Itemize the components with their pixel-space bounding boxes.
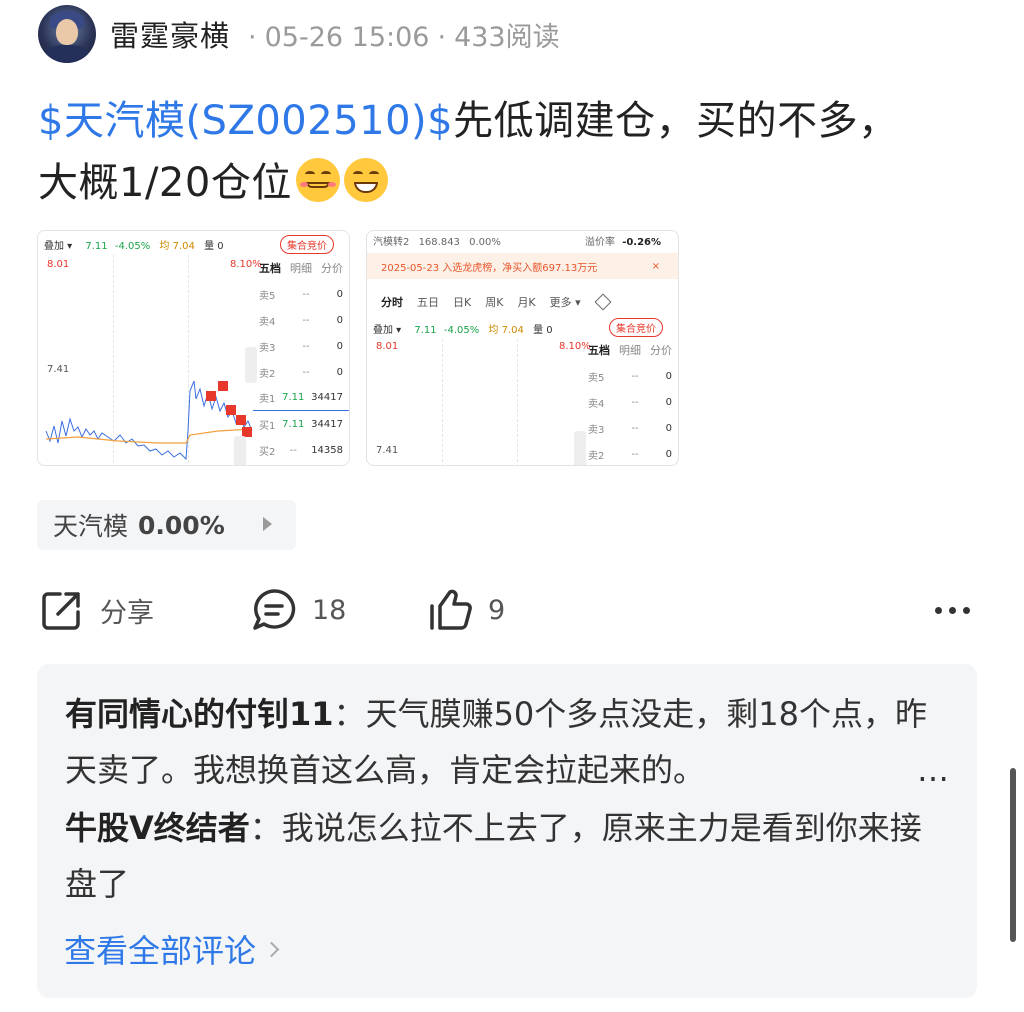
tab-more[interactable]: 更多 ▾ [550,294,581,310]
action-bar: 分享 18 9 [38,580,978,640]
grin-emoji-icon [343,158,388,202]
tab-month-k[interactable]: 月K [517,294,535,310]
like-count: 9 [488,594,506,626]
post-body: $天汽模(SZ002510)$先低调建仓，买的不多， 大概1/20仓位 [38,90,978,214]
order-row: 卖3 -- 0 [259,340,343,354]
order-book-panel: 五档 明细 分价 卖5 -- 0 卖4 -- 0 卖3 -- 0 卖2 -- 0 卖1 7.11 344… [253,255,349,463]
overlay-label: 叠加 ▾ [373,325,402,336]
auction-button: 集合竞价 [609,318,663,337]
comment-truncated: … [917,751,949,789]
more-icon[interactable] [935,607,970,614]
post-meta: · 05-26 15:06 · 433阅读 [248,21,560,53]
tab-five-day[interactable]: 五日 [417,294,439,310]
order-row: 买2 -- 14358 [259,444,343,458]
like-button[interactable]: 9 [426,580,505,640]
chart-scroll-handle[interactable] [234,436,246,465]
bond-price: 168.843 [418,237,460,248]
stock-change: 0.00% [138,510,225,540]
shy-smile-emoji-icon [295,158,340,202]
tab-price-split[interactable]: 分价 [321,260,343,276]
comment-icon [253,589,296,630]
author-name[interactable]: 雷霆豪横 [110,13,230,55]
share-button[interactable]: 分享 [38,580,154,640]
comment-item[interactable]: 有同情心的付钊11：天气膜赚50个多点没走，剩18个点，昨天卖了。我想换首这么高… [65,686,949,798]
comment-author[interactable]: 牛股V终结者 [65,809,250,847]
chart-screenshot-2[interactable]: 汽模转2 168.843 0.00% 溢价率 -0.26% 2025-05-23… [366,230,679,466]
order-row: 卖5 -- 0 [259,288,343,302]
page-scrollbar[interactable] [1010,768,1016,942]
order-row: 卖3 -- 0 [588,422,672,436]
tab-five-levels[interactable]: 五档 [588,342,610,358]
read-count: 433阅读 [454,21,560,53]
order-row: 卖1 7.11 34417 [253,385,349,411]
post-text-line2: 大概1/20仓位 [38,160,292,206]
change: -4.05% [443,325,480,336]
share-icon [42,592,80,630]
post-header: 雷霆豪横 · 05-26 15:06 · 433阅读 [38,4,560,64]
post-text-line1: 先低调建仓，买的不多， [453,98,899,144]
order-row: 卖4 -- 0 [588,396,672,410]
auction-button: 集合竞价 [280,235,334,254]
view-all-label: 查看全部评论 [64,932,257,970]
tab-detail[interactable]: 明细 [619,342,641,358]
comment-button[interactable]: 18 [250,580,346,640]
order-row: 卖2 -- 0 [588,448,672,462]
share-label: 分享 [100,597,154,629]
tab-week-k[interactable]: 周K [485,294,503,310]
tab-price-split[interactable]: 分价 [650,342,672,358]
comments-panel: 有同情心的付钊11：天气膜赚50个多点没走，剩18个点，昨天卖了。我想换首这么高… [37,664,977,998]
thumbs-up-icon [430,589,472,630]
comment-author[interactable]: 有同情心的付钊11 [65,695,334,733]
comment-count: 18 [312,594,347,626]
comment-separator: ： [333,695,366,733]
comment-item[interactable]: 牛股V终结者：我说怎么拉不上去了，原来主力是看到你来接盘了 [65,800,949,912]
premium-value: -0.26% [622,237,662,248]
comment-separator: ： [249,809,282,847]
low-price: 7.41 [376,445,399,456]
close-icon[interactable]: × [652,261,660,272]
order-row: 卖5 -- 0 [588,370,672,384]
high-price: 8.01 [376,341,399,352]
order-row: 卖4 -- 0 [259,314,343,328]
volume: 量 0 [533,325,553,336]
trade-markers [206,381,252,439]
order-book-panel: 五档 明细 分价 卖5 -- 0 卖4 -- 0 卖3 -- 0 卖2 -- 0 [582,337,678,465]
tab-detail[interactable]: 明细 [290,260,312,276]
bond-pct: 0.00% [469,237,501,248]
tab-five-levels[interactable]: 五档 [259,260,281,276]
bond-name: 汽模转2 [373,237,410,248]
period-tabs: 分时 五日 日K 周K 月K 更多 ▾ [367,287,678,317]
tab-intraday[interactable]: 分时 [381,294,403,310]
avatar[interactable] [38,5,96,63]
order-row: 买1 7.11 34417 [259,418,343,432]
tab-day-k[interactable]: 日K [453,294,471,310]
stock-name: 天汽模 [53,512,129,541]
stock-quote-chip[interactable]: 天汽模 0.00% [37,500,296,550]
order-row: 卖2 -- 0 [259,366,343,380]
premium-label: 溢价率 [585,237,615,248]
post-time: 05-26 15:06 [264,21,430,53]
play-arrow-icon [263,517,272,531]
dragon-tiger-banner[interactable]: 2025-05-23 入选龙虎榜，净买入额697.13万元 × [367,253,678,279]
price: 7.11 [414,325,437,336]
chevron-right-icon [263,941,280,957]
view-all-comments-link[interactable]: 查看全部评论 [64,926,280,972]
settings-icon[interactable] [594,293,612,311]
banner-text: 2025-05-23 入选龙虎榜，净买入额697.13万元 [381,262,598,274]
stock-link[interactable]: $天汽模(SZ002510)$ [38,98,453,144]
chart-screenshot-1[interactable]: 叠加 ▾ 7.11 -4.05% 均 7.04 量 0 集合竞价 8.01 8.… [37,230,350,466]
avg-price: 均 7.04 [488,325,524,336]
